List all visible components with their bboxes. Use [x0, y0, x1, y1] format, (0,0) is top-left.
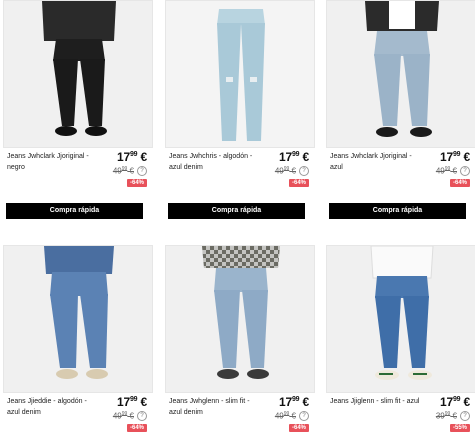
- product-name[interactable]: Jeans Jjieddie - algodón - azul denim: [7, 396, 99, 418]
- original-price-row: 4999 €?: [275, 166, 309, 176]
- product-price: 1799 €: [440, 395, 470, 409]
- original-price-row: 3999 €?: [436, 411, 470, 421]
- product-card[interactable]: Jeans Jwhclark Jjoriginal - negro 1799 €…: [3, 0, 153, 219]
- product-image[interactable]: [326, 245, 475, 393]
- quick-buy-button[interactable]: Compra rápida: [6, 203, 143, 219]
- product-image[interactable]: [165, 245, 315, 393]
- original-price: 3999 €: [435, 411, 457, 421]
- discount-badge: -64%: [288, 424, 309, 432]
- original-price-row: 4999 €?: [113, 166, 147, 176]
- product-image[interactable]: [3, 245, 153, 393]
- discount-badge: -64%: [288, 179, 309, 187]
- original-price: 4999 €: [112, 411, 134, 421]
- product-name[interactable]: Jeans Jjiglenn - slim fit - azul: [330, 396, 422, 407]
- product-name[interactable]: Jeans Jwhclark Jjoriginal - azul: [330, 151, 422, 173]
- original-price: 4999 €: [274, 166, 296, 176]
- original-price: 4999 €: [274, 411, 296, 421]
- product-price: 1799 €: [279, 150, 309, 164]
- info-icon[interactable]: ?: [460, 166, 470, 176]
- quick-buy-button[interactable]: Compra rápida: [329, 203, 466, 219]
- product-card[interactable]: Jeans Jwhchris - algodón - azul denim 17…: [165, 0, 315, 219]
- discount-badge: -64%: [126, 179, 147, 187]
- quick-buy-button[interactable]: Compra rápida: [168, 203, 305, 219]
- original-price: 4999 €: [112, 166, 134, 176]
- product-name[interactable]: Jeans Jwhchris - algodón - azul denim: [169, 151, 261, 173]
- product-card[interactable]: Jeans Jwhglenn - slim fit - azul denim 1…: [165, 245, 315, 445]
- product-name[interactable]: Jeans Jwhglenn - slim fit - azul denim: [169, 396, 261, 418]
- product-name[interactable]: Jeans Jwhclark Jjoriginal - negro: [7, 151, 99, 173]
- original-price-row: 4999 €?: [113, 411, 147, 421]
- info-icon[interactable]: ?: [137, 411, 147, 421]
- product-price: 1799 €: [440, 150, 470, 164]
- product-price: 1799 €: [117, 395, 147, 409]
- product-image[interactable]: [165, 0, 315, 148]
- product-image[interactable]: [3, 0, 153, 148]
- info-icon[interactable]: ?: [299, 411, 309, 421]
- product-card[interactable]: Jeans Jjieddie - algodón - azul denim 17…: [3, 245, 153, 445]
- product-price: 1799 €: [117, 150, 147, 164]
- product-card[interactable]: Jeans Jwhclark Jjoriginal - azul 1799 € …: [326, 0, 475, 219]
- original-price-row: 4999 €?: [275, 411, 309, 421]
- product-image[interactable]: [326, 0, 475, 148]
- discount-badge: -55%: [449, 424, 470, 432]
- discount-badge: -64%: [126, 424, 147, 432]
- info-icon[interactable]: ?: [299, 166, 309, 176]
- original-price: 4999 €: [435, 166, 457, 176]
- original-price-row: 4999 €?: [436, 166, 470, 176]
- product-card[interactable]: Jeans Jjiglenn - slim fit - azul 1799 € …: [326, 245, 475, 445]
- product-price: 1799 €: [279, 395, 309, 409]
- info-icon[interactable]: ?: [137, 166, 147, 176]
- discount-badge: -64%: [449, 179, 470, 187]
- info-icon[interactable]: ?: [460, 411, 470, 421]
